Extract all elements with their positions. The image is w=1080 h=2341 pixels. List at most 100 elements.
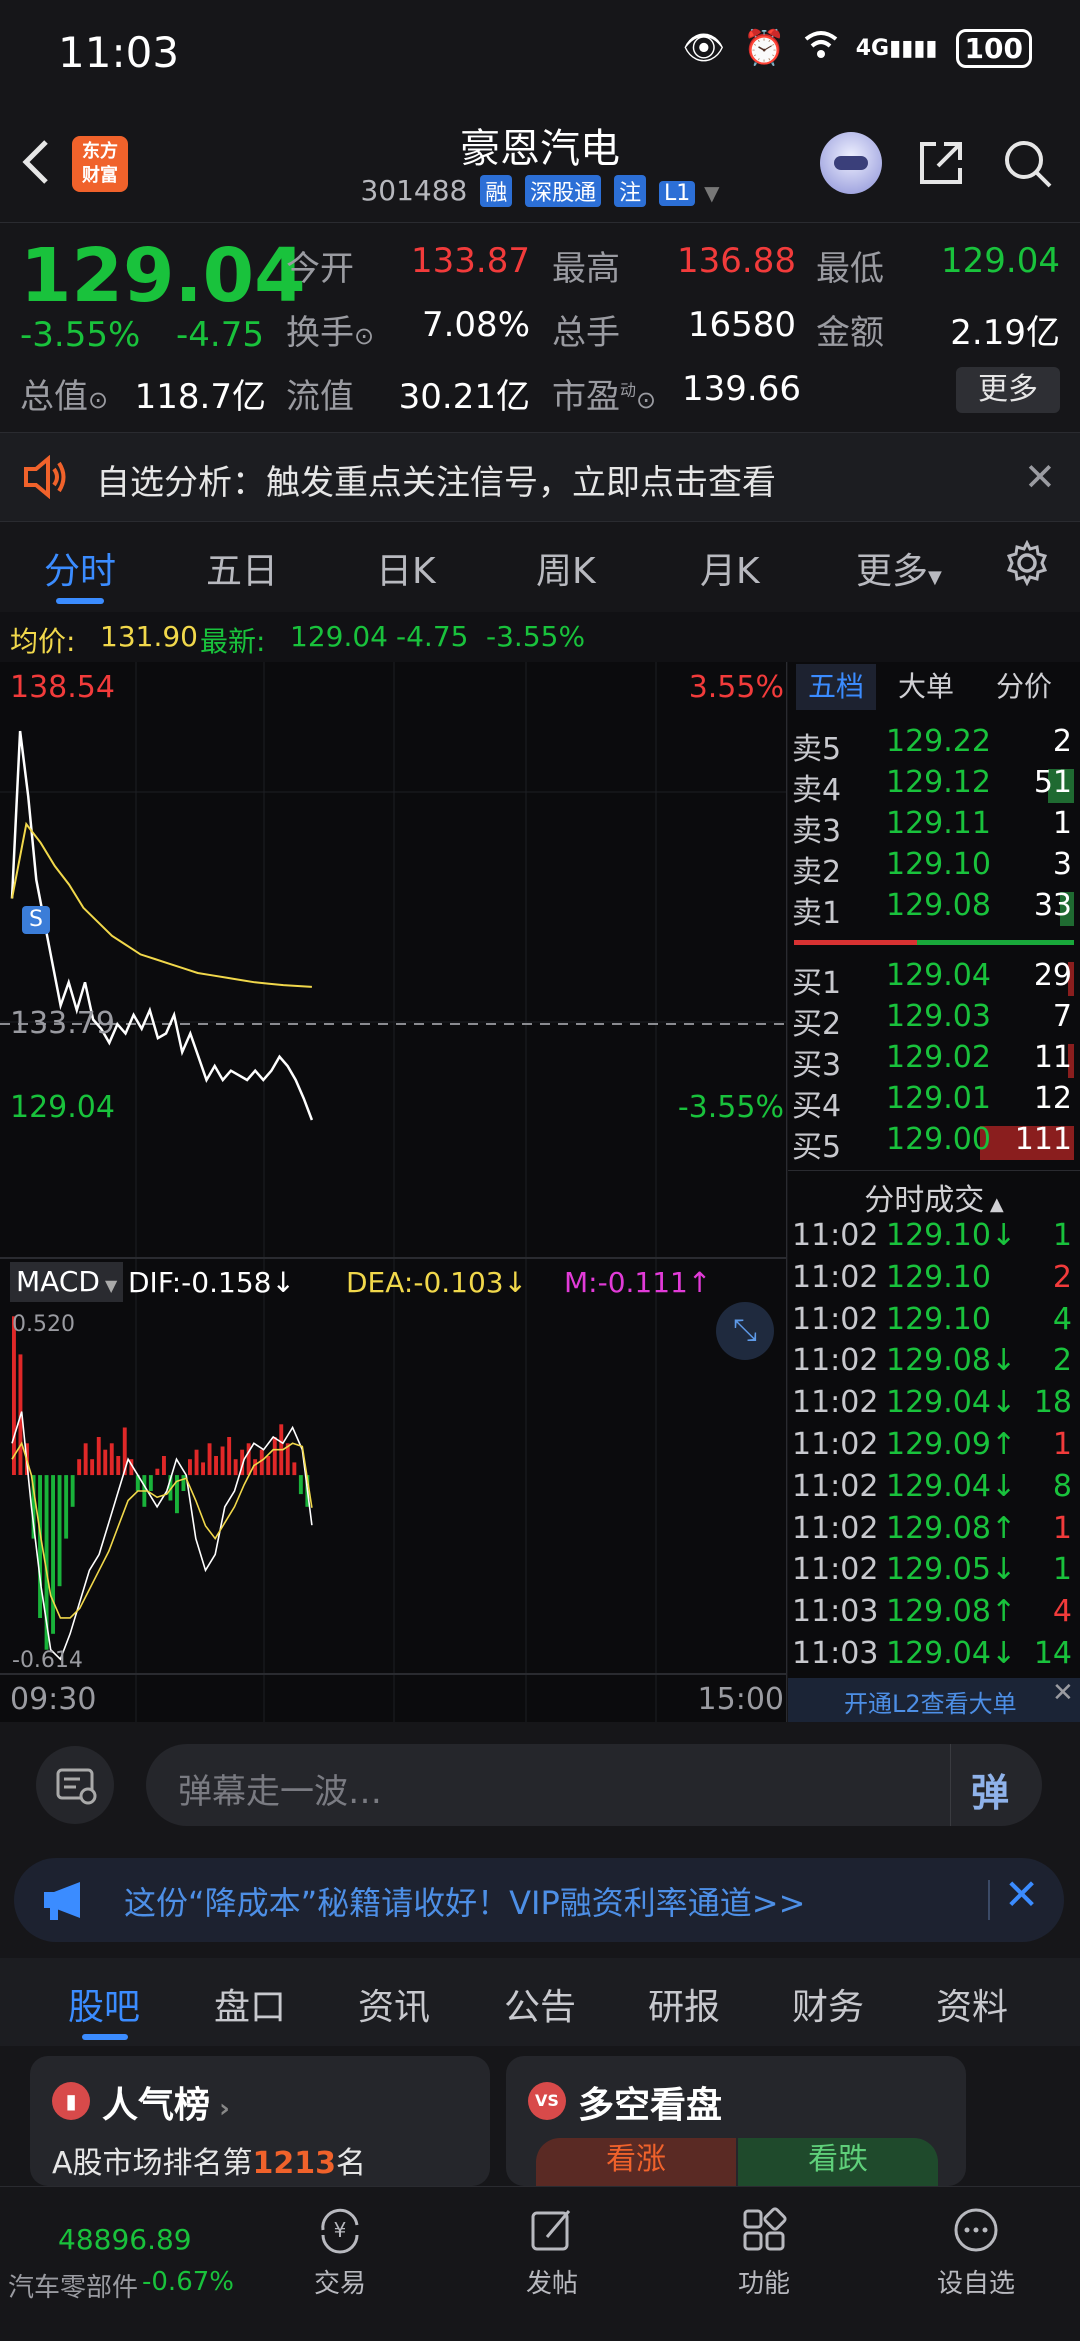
bear-button[interactable]: 看跌 [738,2138,938,2186]
macd-bar [201,1462,205,1476]
popularity-card[interactable]: ▮ 人气榜 › A股市场排名第1213名 [30,2056,490,2186]
macd-bar [227,1437,232,1476]
bull-bear-card[interactable]: VS 多空看盘 看涨 看跌 [506,2056,966,2186]
nav-post[interactable]: 发帖 [472,2203,632,2300]
macd-bottom-label: -0.614 [12,1648,83,1673]
tab-monthly-k[interactable]: 月K [700,542,760,594]
tab-announcements[interactable]: 公告 [504,1978,576,2030]
nav-add-watchlist-label: 设自选 [936,2269,1015,2299]
info-icon[interactable]: ⊙ [636,386,656,414]
level-volume: 12 [1033,1081,1072,1116]
change-value: -4.75 [176,315,264,355]
settings-gear-icon[interactable] [1004,539,1050,590]
tab-forum[interactable]: 股吧 [68,1978,140,2030]
close-icon[interactable]: ✕ [1004,1870,1039,1919]
more-button[interactable]: 更多 [956,367,1060,413]
analysis-ticker[interactable]: 自选分析：触发重点关注信号，立即点击查看 ✕ [0,432,1080,522]
trade-row: 11:02 129.08↓ 2 [788,1343,1080,1383]
trade-price: 129.08↓ [886,1343,1017,1379]
intraday-chart[interactable]: 138.54 3.55% 133.79 129.04 -3.55% S MACD… [0,662,787,1722]
trade-time: 11:02 [792,1343,879,1379]
rank-prefix: A股市场排名第 [52,2146,253,2181]
stock-code: 301488 [360,174,468,207]
macd-bar [103,1449,108,1476]
start-time-label: 09:30 [10,1682,97,1717]
tab-big-orders[interactable]: 大单 [898,664,954,710]
trade-row: 11:02 129.05↓ 1 [788,1552,1080,1592]
macd-bar [90,1459,95,1476]
edit-icon [531,2210,571,2251]
search-icon[interactable] [1000,136,1056,196]
sell-marker[interactable]: S [22,906,50,934]
level-label: 买2 [792,1007,842,1042]
dif-line [11,1411,313,1661]
macd-bar [155,1468,160,1475]
trade-row: 11:02 129.09↑ 1 [788,1427,1080,1467]
turnover-label-text: 换手 [286,313,354,353]
promo-text: 这份“降成本”秘籍请收好！VIP融资利率通道>> [124,1884,806,1922]
bull-bear-title: 多空看盘 [578,2085,723,2126]
info-icon[interactable]: ⊙ [88,386,108,414]
macd-bar [194,1449,199,1476]
ask-level-row: 卖5 129.22 2 [788,724,1080,767]
index-pct: -0.67% [142,2267,234,2297]
speaker-icon [22,454,68,503]
l2-link[interactable]: 开通L2查看大单 ✕ [788,1678,1080,1722]
nav-add-watchlist[interactable]: 设自选 [896,2203,1056,2300]
level-volume: 51 [1033,765,1072,800]
change-pct: -3.55% [20,315,141,355]
tab-weekly-k[interactable]: 周K [536,542,596,594]
nav-trade[interactable]: ¥ 交易 [260,2203,420,2300]
close-icon[interactable]: ✕ [1052,1678,1074,1708]
tab-intraday[interactable]: 分时 [44,542,116,594]
bull-button[interactable]: 看涨 [536,2138,736,2186]
danmu-send-button[interactable]: 弹 [950,1744,1043,1826]
pe-label-text: 市盈 [552,377,620,417]
trade-volume: 4 [1052,1594,1072,1630]
stock-header: 东方财富 豪恩汽电 301488 融 深股通 注 L1 ▼ [0,110,1080,220]
tab-five-levels[interactable]: 五档 [796,664,876,710]
trades-title-text: 分时成交 [864,1183,985,1218]
popularity-rank: A股市场排名第1213名 [52,2138,366,2182]
macd-bar [266,1456,271,1475]
expand-icon[interactable]: ⤡ [716,1302,774,1360]
trade-price: 129.10↓ [886,1218,1017,1253]
tab-financials[interactable]: 财务 [792,1978,864,2030]
macd-selector[interactable]: MACD ▼ [10,1262,124,1302]
nav-functions[interactable]: 功能 [684,2203,844,2300]
info-icon[interactable]: ⊙ [354,322,374,350]
level-price: 129.12 [886,765,991,800]
level-volume: 33 [1033,888,1072,923]
trade-volume: 1 [1052,1510,1072,1546]
tab-price-distribution[interactable]: 分价 [996,664,1052,710]
danmu-toggle-icon[interactable] [36,1746,114,1824]
tab-more[interactable]: 更多▼ [856,542,942,594]
popularity-title-text: 人气榜 [102,2085,211,2126]
trades-title[interactable]: 分时成交 ▲ [788,1170,1080,1219]
tab-profile[interactable]: 资料 [936,1978,1008,2030]
tab-news[interactable]: 资讯 [358,1978,430,2030]
tag-registered: 注 [614,175,647,207]
avg-price-line [11,821,312,988]
index-widget[interactable]: 48896.89 汽车零部件 -0.67% [0,2187,240,2341]
tag-level: L1 [659,181,696,206]
top-pct-label: 3.55% [688,670,784,705]
tab-daily-k[interactable]: 日K [376,542,436,594]
robot-assistant-icon[interactable] [820,132,882,194]
amount-value: 2.19亿 [950,313,1060,353]
trade-price: 129.09↑ [886,1427,1017,1462]
mktcap-label: 总值⊙ [20,369,108,418]
tab-orderbook[interactable]: 盘口 [214,1978,286,2030]
promo-banner[interactable]: 这份“降成本”秘籍请收好！VIP融资利率通道>> ✕ [14,1858,1064,1942]
chart-bar-icon: ▮ [52,2082,90,2120]
close-icon[interactable]: ✕ [1024,455,1056,499]
macd-bar [214,1456,218,1475]
share-icon[interactable] [914,136,968,194]
m-value: M:-0.111↑ [564,1266,712,1299]
tab-five-day[interactable]: 五日 [206,542,278,594]
danmu-input[interactable]: 弹幕走一波… 弹 [146,1744,1042,1826]
tab-research[interactable]: 研报 [648,1978,720,2030]
trade-time: 11:02 [792,1510,879,1546]
avg-price-bar: 均价: 131.90 最新: 129.04 -4.75 -3.55% [0,612,1080,662]
trade-volume: 1 [1052,1218,1072,1253]
